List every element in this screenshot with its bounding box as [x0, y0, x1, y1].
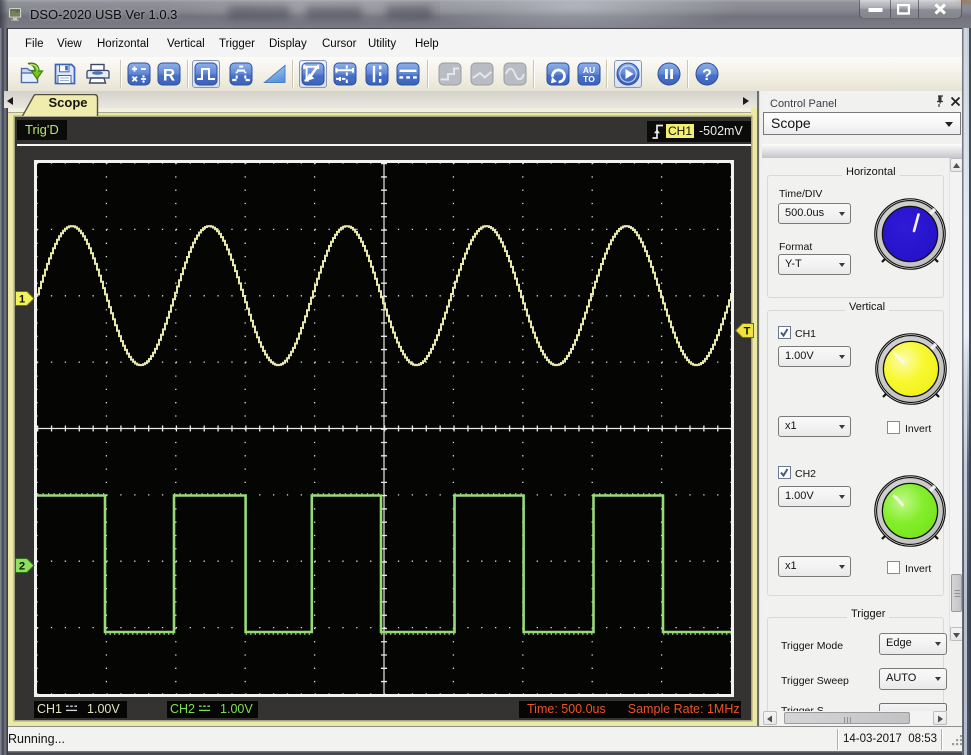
svg-text:T: T	[744, 326, 751, 338]
svg-text:1: 1	[19, 293, 25, 305]
svg-text:2: 2	[19, 560, 25, 572]
svg-text:Scope: Scope	[48, 95, 87, 110]
svg-text:R: R	[163, 66, 175, 85]
svg-text:?: ?	[702, 67, 712, 84]
svg-text:TO: TO	[583, 74, 595, 84]
